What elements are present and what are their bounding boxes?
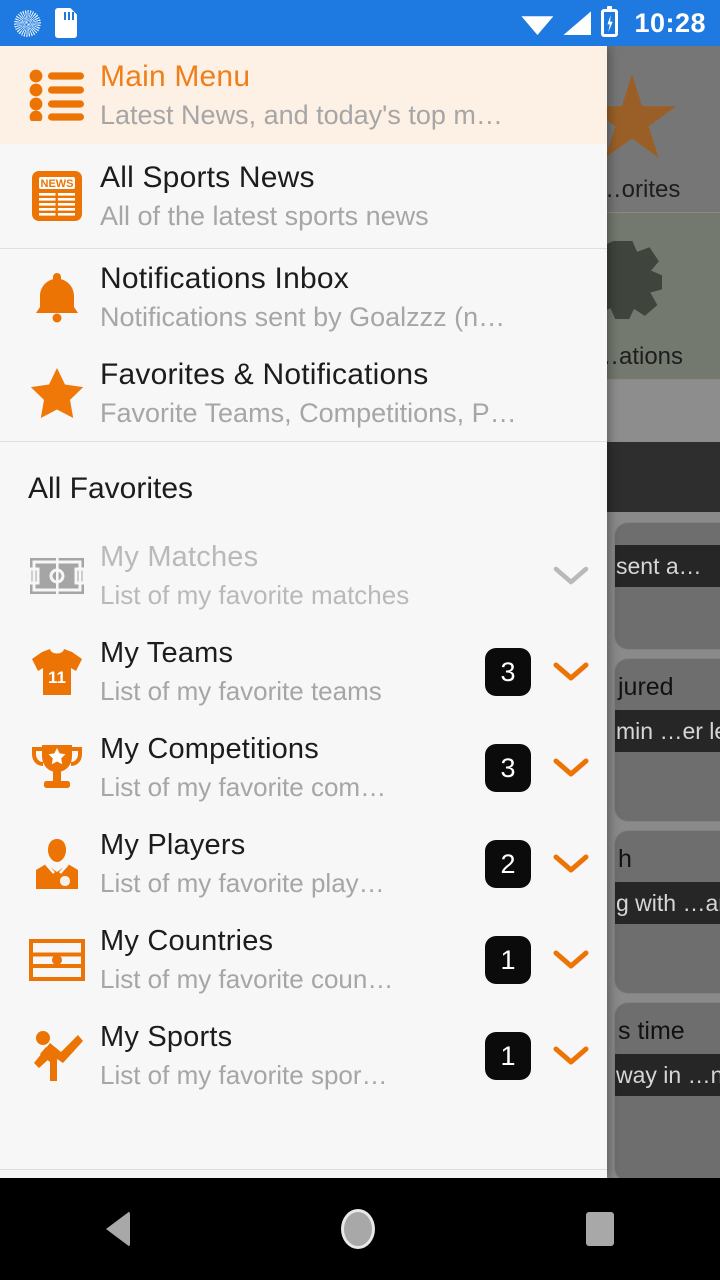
background-card-title: …s time (615, 1017, 685, 1045)
drawer-item-title: All Sports News (100, 160, 315, 194)
background-card-title (615, 523, 720, 537)
favorite-item-my-countries[interactable]: My Countries List of my favorite coun… 1 (0, 912, 607, 1008)
sd-card-icon (55, 8, 77, 38)
favorite-item-my-players[interactable]: My Players List of my favorite play… 2 (0, 816, 607, 912)
favorite-item-text: My Competitions List of my favorite com… (100, 733, 485, 803)
cell-signal-icon (563, 11, 592, 35)
recents-icon[interactable] (586, 1212, 615, 1246)
chevron-down-icon[interactable] (545, 720, 597, 816)
favorite-item-count-badge: 3 (485, 744, 531, 792)
flag-icon (14, 939, 100, 981)
drawer-item-text: Favorites & Notifications Favorite Teams… (100, 358, 607, 429)
drawer-header-subtitle: Latest News, and today's top m… (100, 99, 503, 130)
favorite-item-count-badge: 1 (485, 936, 531, 984)
favorite-item-count-badge: 3 (485, 648, 531, 696)
favorite-item-text: My Teams List of my favorite teams (100, 637, 485, 707)
navigation-drawer: Main Menu Latest News, and today's top m… (0, 46, 607, 1178)
drawer-item-subtitle: All of the latest sports news (100, 200, 429, 231)
favorite-item-title: My Matches (100, 541, 259, 573)
favorite-item-title: My Teams (100, 637, 234, 669)
background-card-title: …h (615, 845, 632, 873)
favorite-item-my-sports[interactable]: My Sports List of my favorite spor… 1 (0, 1008, 607, 1104)
drawer-item-subtitle: Favorite Teams, Competitions, P… (100, 397, 517, 428)
phone-screen: 10:28 …orites …ations …sent a… …jured …m… (0, 0, 720, 1280)
chevron-down-icon[interactable] (545, 624, 597, 720)
favorite-item-my-matches[interactable]: My Matches List of my favorite matches (0, 528, 607, 624)
background-dark-bar (606, 442, 720, 512)
background-card-subtitle: …way in …n stag… (615, 1054, 720, 1096)
chevron-down-icon[interactable] (545, 816, 597, 912)
drawer-item-title: Notifications Inbox (100, 261, 349, 295)
background-card-subtitle: …g with …an on … (615, 882, 720, 924)
android-navigation-bar (0, 1178, 720, 1280)
drawer-item-all-sports-news[interactable]: NEWS All Sports News All of the latest s… (0, 144, 607, 248)
chevron-down-icon[interactable] (545, 1008, 597, 1104)
trophy-icon (14, 742, 100, 794)
favorite-item-count-badge: 2 (485, 840, 531, 888)
pitch-icon (14, 557, 100, 595)
background-card-title: …jured (615, 673, 674, 701)
status-bar-clock: 10:28 (634, 7, 706, 38)
status-bar-right-icons: 10:28 (521, 6, 706, 39)
favorite-item-subtitle: List of my favorite com… (100, 772, 387, 802)
background-news-card[interactable]: …sent a… (614, 522, 720, 650)
favorite-item-text: My Sports List of my favorite spor… (100, 1021, 485, 1091)
favorite-item-count-badge: 1 (485, 1032, 531, 1080)
background-card-subtitle: …sent a… (615, 545, 720, 587)
chevron-down-icon[interactable] (545, 528, 597, 624)
background-tile-label: …orites (597, 176, 681, 203)
drawer-item-notifications-inbox[interactable]: Notifications Inbox Notifications sent b… (0, 249, 607, 345)
favorite-item-title: My Countries (100, 925, 274, 957)
chevron-down-icon[interactable] (545, 912, 597, 1008)
drawer-item-text: Notifications Inbox Notifications sent b… (100, 262, 607, 333)
background-card-subtitle: …min …er leg i… (615, 710, 720, 752)
star-icon (14, 366, 100, 420)
drawer-footer-space (0, 1170, 607, 1178)
favorite-item-subtitle: List of my favorite matches (100, 580, 410, 610)
background-news-card[interactable]: …s time …way in …n stag… (614, 1002, 720, 1178)
bell-icon (14, 270, 100, 324)
background-tile-notifications[interactable]: …ations (584, 213, 720, 379)
back-icon[interactable] (105, 1211, 130, 1247)
favorite-item-subtitle: List of my favorite coun… (100, 964, 394, 994)
news-icon: NEWS (14, 169, 100, 223)
wifi-icon (521, 16, 554, 35)
favorite-item-my-teams[interactable]: 11 My Teams List of my favorite teams 3 (0, 624, 607, 720)
sync-icon (14, 9, 41, 37)
home-icon[interactable] (340, 1209, 375, 1249)
background-news-card[interactable]: …jured …min …er leg i… (614, 658, 720, 822)
favorite-item-text: My Players List of my favorite play… (100, 829, 485, 899)
favorite-item-text: My Matches List of my favorite matches (100, 541, 545, 611)
background-news-card[interactable]: …h …g with …an on … (614, 830, 720, 994)
svg-text:NEWS: NEWS (41, 178, 74, 190)
status-bar: 10:28 (0, 0, 720, 46)
background-tile-favorites[interactable]: …orites (587, 46, 720, 212)
drawer-item-title: Favorites & Notifications (100, 357, 429, 391)
drawer-header-title: Main Menu (100, 59, 251, 93)
drawer-item-subtitle: Notifications sent by Goalzzz (n… (100, 301, 506, 332)
favorite-item-my-competitions[interactable]: My Competitions List of my favorite com…… (0, 720, 607, 816)
player-icon (14, 837, 100, 891)
favorite-item-subtitle: List of my favorite teams (100, 676, 382, 706)
drawer-item-favorites-notifications[interactable]: Favorites & Notifications Favorite Teams… (0, 345, 607, 441)
svg-text:11: 11 (48, 668, 66, 687)
background-tile-label: …ations (594, 343, 684, 370)
sports-icon (14, 1029, 100, 1083)
drawer-item-text: All Sports News All of the latest sports… (100, 161, 607, 232)
favorite-item-text: My Countries List of my favorite coun… (100, 925, 485, 995)
favorite-item-subtitle: List of my favorite play… (100, 868, 385, 898)
favorite-item-title: My Competitions (100, 733, 319, 765)
bulleted-list-icon (14, 69, 100, 121)
status-bar-left-icons (14, 8, 77, 38)
drawer-header-text: Main Menu Latest News, and today's top m… (100, 60, 607, 131)
drawer-header-main-menu[interactable]: Main Menu Latest News, and today's top m… (0, 46, 607, 144)
favorite-item-subtitle: List of my favorite spor… (100, 1060, 388, 1090)
favorite-item-title: My Sports (100, 1021, 233, 1053)
favorite-item-title: My Players (100, 829, 246, 861)
battery-charging-icon (601, 6, 619, 37)
section-title-all-favorites: All Favorites (28, 472, 194, 505)
background-tile-blank (606, 380, 720, 442)
jersey-icon: 11 (14, 646, 100, 698)
